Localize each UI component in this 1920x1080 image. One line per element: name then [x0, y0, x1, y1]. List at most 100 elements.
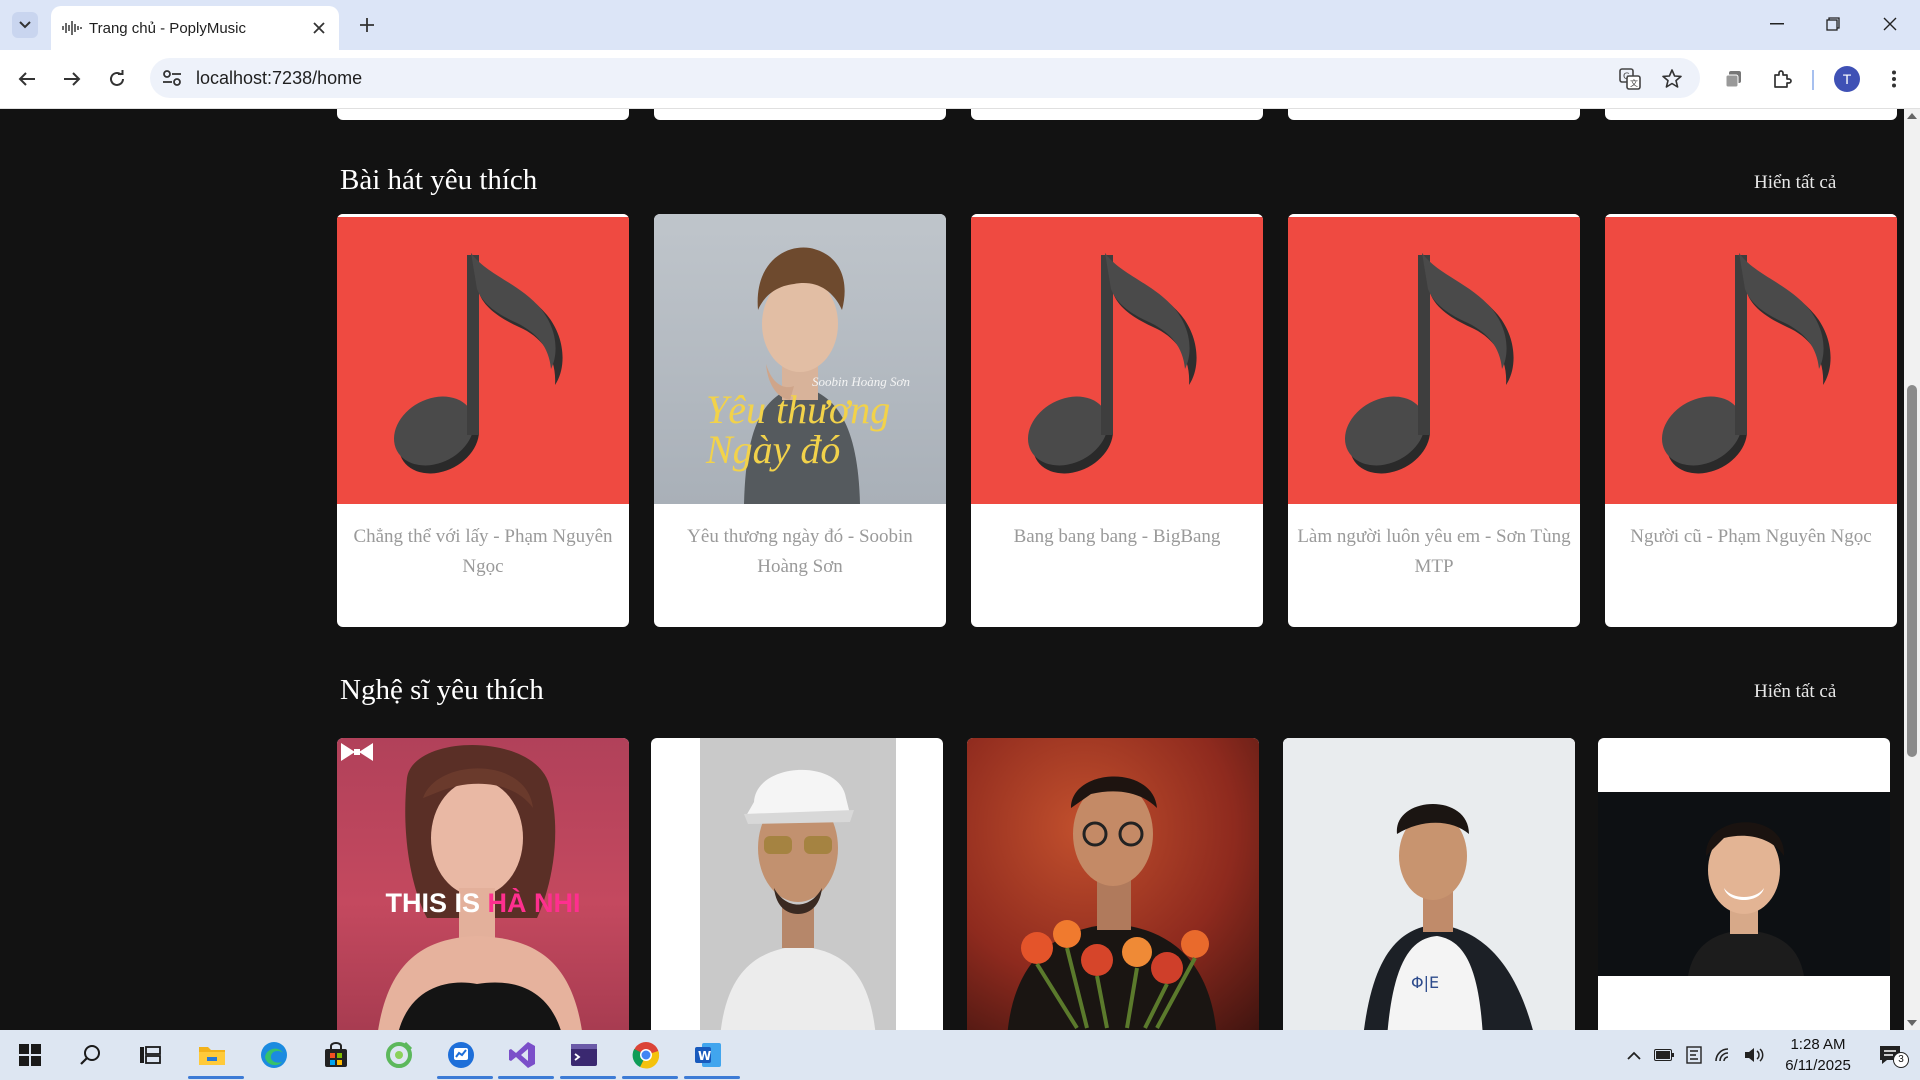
active-tab[interactable]: Trang chủ - PoplyMusic: [51, 6, 339, 50]
edge-browser-icon: [261, 1042, 287, 1068]
chevron-down-icon: [19, 21, 31, 29]
star-icon: [1662, 69, 1682, 88]
artist-photo: THIS IS HÀ NHI: [337, 738, 629, 1030]
browser-menu-button[interactable]: [1882, 67, 1906, 91]
tab-groups-button[interactable]: [1722, 67, 1746, 91]
svg-text:Φ|E: Φ|E: [1411, 973, 1439, 992]
restore-window-button[interactable]: [1821, 12, 1845, 36]
ime-tray-icon[interactable]: [1684, 1045, 1704, 1065]
arrow-left-icon: [18, 72, 35, 86]
edge-taskbar-button[interactable]: [258, 1039, 290, 1071]
artist-card[interactable]: [1598, 738, 1890, 1030]
speaker-icon: [1745, 1048, 1764, 1062]
start-button[interactable]: [14, 1039, 46, 1071]
browser-tab-bar: Trang chủ - PoplyMusic: [0, 0, 1920, 50]
forward-button[interactable]: [60, 67, 84, 91]
artist-photo: [700, 738, 896, 1030]
address-bar[interactable]: localhost:7238/home G文: [150, 58, 1700, 98]
notification-center-button[interactable]: 3: [1874, 1045, 1909, 1068]
song-name: Yêu thương ngày đó - Soobin Hoàng Sơn: [687, 526, 913, 577]
artist-portrait: [700, 738, 896, 1030]
previous-section-card[interactable]: [1288, 109, 1580, 120]
battery-tray-icon[interactable]: [1654, 1045, 1674, 1065]
extensions-button[interactable]: [1770, 67, 1794, 91]
clock-date[interactable]: 6/11/2025: [1770, 1057, 1866, 1074]
chrome-taskbar-button[interactable]: [630, 1039, 662, 1071]
artist-caption-pink: HÀ NHI: [487, 888, 581, 918]
network-tray-icon[interactable]: [1714, 1045, 1734, 1065]
volume-tray-icon[interactable]: [1744, 1045, 1764, 1065]
store-bag-icon: [325, 1042, 347, 1067]
song-card[interactable]: Làm người luôn yêu em - Sơn Tùng MTP: [1288, 214, 1580, 627]
running-indicator: [560, 1076, 616, 1079]
folder-icon: [199, 1047, 225, 1065]
bookmark-button[interactable]: [1660, 67, 1684, 91]
song-card[interactable]: Người cũ - Phạm Nguyên Ngọc: [1605, 214, 1897, 627]
translate-button[interactable]: G文: [1618, 67, 1642, 91]
translate-icon: G文: [1619, 68, 1641, 90]
artist-portrait: [1598, 792, 1890, 976]
previous-section-card[interactable]: [337, 109, 629, 120]
task-view-button[interactable]: [134, 1039, 166, 1071]
tab-search-button[interactable]: [12, 12, 38, 38]
scrollbar-thumb[interactable]: [1907, 385, 1917, 757]
app-taskbar-button-blue[interactable]: [445, 1039, 477, 1071]
page-viewport: Bài hát yêu thích Hiển tất cả Chẳng thể …: [0, 109, 1904, 1030]
favorite-songs-see-all-link[interactable]: Hiển tất cả: [1754, 172, 1836, 194]
site-settings-icon[interactable]: [162, 69, 182, 87]
visual-studio-icon: [509, 1042, 535, 1068]
input-method-icon: [1686, 1046, 1702, 1064]
previous-section-card[interactable]: [654, 109, 946, 120]
show-hidden-icons-button[interactable]: [1624, 1045, 1644, 1065]
artist-photo: [967, 738, 1259, 1030]
windows-taskbar: W 1:28 AM 6/11/2025 3: [0, 1030, 1920, 1080]
running-indicator: [498, 1076, 554, 1079]
artist-card[interactable]: [967, 738, 1259, 1030]
file-explorer-taskbar-button[interactable]: [196, 1039, 228, 1071]
word-taskbar-button[interactable]: W: [692, 1039, 724, 1071]
artist-portrait: [378, 744, 582, 1030]
favorite-artists-see-all-link[interactable]: Hiển tất cả: [1754, 681, 1836, 703]
artist-card[interactable]: [651, 738, 943, 1030]
page-scrollbar[interactable]: [1904, 109, 1920, 1030]
task-view-icon: [140, 1046, 161, 1064]
new-tab-button[interactable]: [355, 13, 379, 37]
running-indicator: [188, 1076, 244, 1079]
previous-section-card[interactable]: [1605, 109, 1897, 120]
wifi-icon: [1715, 1048, 1729, 1062]
scroll-up-arrow-icon[interactable]: [1907, 113, 1917, 119]
scroll-down-arrow-icon[interactable]: [1907, 1020, 1917, 1026]
store-taskbar-button[interactable]: [320, 1039, 352, 1071]
artist-card[interactable]: THIS IS HÀ NHI: [337, 738, 629, 1030]
minimize-window-button[interactable]: [1765, 12, 1789, 36]
artist-portrait: [1007, 776, 1217, 1030]
audio-wave-icon: [62, 21, 82, 35]
reload-button[interactable]: [105, 67, 129, 91]
url-text: localhost:7238/home: [196, 68, 363, 88]
visual-studio-taskbar-button[interactable]: [506, 1039, 538, 1071]
music-note-icon: [1027, 253, 1197, 474]
song-card[interactable]: Bang bang bang - BigBang: [971, 214, 1263, 627]
profile-avatar[interactable]: T: [1834, 66, 1860, 92]
artist-card[interactable]: Φ|E: [1283, 738, 1575, 1030]
close-window-button[interactable]: [1878, 12, 1902, 36]
artist-portrait: Φ|E: [1283, 738, 1575, 1030]
app-taskbar-button-green[interactable]: [383, 1039, 415, 1071]
search-button[interactable]: [74, 1039, 106, 1071]
song-name: Làm người luôn yêu em - Sơn Tùng MTP: [1297, 526, 1571, 577]
previous-section-card[interactable]: [971, 109, 1263, 120]
song-card[interactable]: Chẳng thể với lấy - Phạm Nguyên Ngọc: [337, 214, 629, 627]
minimize-icon: [1770, 23, 1784, 25]
favorite-artists-title: Nghệ sĩ yêu thích: [340, 674, 544, 706]
song-card[interactable]: Soobin Hoàng Sơn Yêu thương Ngày đó Yêu …: [654, 214, 946, 627]
close-icon: [313, 22, 325, 34]
browser-toolbar: localhost:7238/home G文 T: [0, 50, 1920, 109]
terminal-taskbar-button[interactable]: [568, 1039, 600, 1071]
back-button[interactable]: [15, 67, 39, 91]
artist-caption: THIS IS HÀ NHI: [337, 888, 629, 919]
plus-icon: [360, 18, 374, 32]
battery-icon: [1654, 1049, 1674, 1061]
chrome-icon: [632, 1042, 660, 1069]
clock-time[interactable]: 1:28 AM: [1770, 1036, 1866, 1053]
tab-close-button[interactable]: [309, 18, 329, 38]
